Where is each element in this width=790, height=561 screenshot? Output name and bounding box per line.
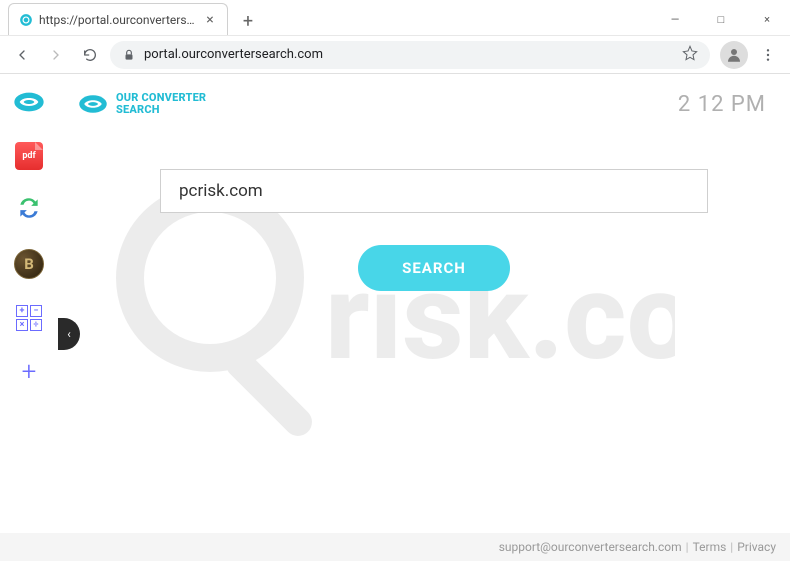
page-header: OUR CONVERTER SEARCH 2 12 PM bbox=[78, 84, 766, 124]
search-input[interactable] bbox=[160, 169, 708, 213]
sidebar: pdf B + − × ÷ + bbox=[0, 74, 58, 561]
clock: 2 12 PM bbox=[678, 92, 766, 117]
calc-cell: × bbox=[16, 319, 28, 331]
brand-text: OUR CONVERTER SEARCH bbox=[116, 92, 206, 116]
kebab-menu-icon[interactable] bbox=[754, 41, 782, 69]
reload-button[interactable] bbox=[76, 41, 104, 69]
chevron-left-icon: ‹ bbox=[67, 327, 71, 341]
lock-icon bbox=[122, 48, 136, 62]
tab-close-icon[interactable]: × bbox=[203, 13, 217, 27]
footer-terms-link[interactable]: Terms bbox=[693, 540, 727, 554]
footer-separator: | bbox=[730, 540, 733, 554]
calc-cell: − bbox=[30, 305, 42, 317]
window-titlebar: https://portal.ourconvertersearch × + — … bbox=[0, 0, 790, 36]
minimize-button[interactable]: — bbox=[652, 3, 698, 35]
sidebar-item-add[interactable]: + bbox=[13, 356, 45, 388]
address-bar[interactable]: portal.ourconvertersearch.com bbox=[110, 41, 710, 69]
maximize-button[interactable]: □ bbox=[698, 3, 744, 35]
footer: support@ourconvertersearch.com | Terms |… bbox=[0, 533, 790, 561]
calc-cell: + bbox=[16, 305, 28, 317]
sidebar-item-pdf[interactable]: pdf bbox=[13, 140, 45, 172]
sidebar-item-crypto[interactable]: B bbox=[13, 248, 45, 280]
footer-separator: | bbox=[686, 540, 689, 554]
window-close-button[interactable]: × bbox=[744, 3, 790, 35]
pdf-icon-label: pdf bbox=[22, 151, 35, 161]
search-area: SEARCH bbox=[160, 169, 708, 291]
url-text: portal.ourconvertersearch.com bbox=[144, 47, 674, 62]
sidebar-logo-icon bbox=[13, 86, 45, 118]
brand-text-line2: SEARCH bbox=[116, 104, 206, 116]
coin-icon: B bbox=[14, 249, 44, 279]
forward-button[interactable] bbox=[42, 41, 70, 69]
new-tab-button[interactable]: + bbox=[234, 7, 262, 35]
tab-favicon bbox=[19, 13, 33, 27]
window-controls: — □ × bbox=[652, 3, 790, 35]
profile-button[interactable] bbox=[720, 41, 748, 69]
calc-cell: ÷ bbox=[30, 319, 42, 331]
bookmark-star-icon[interactable] bbox=[682, 45, 698, 65]
coin-icon-label: B bbox=[24, 255, 34, 273]
browser-toolbar: portal.ourconvertersearch.com bbox=[0, 36, 790, 74]
sidebar-item-convert[interactable] bbox=[13, 194, 45, 226]
browser-tab[interactable]: https://portal.ourconvertersearch × bbox=[8, 3, 228, 35]
page-content: risk.com pdf B + − × ÷ + bbox=[0, 74, 790, 561]
tab-title: https://portal.ourconvertersearch bbox=[39, 13, 197, 27]
brand-logo-icon bbox=[78, 89, 108, 119]
sidebar-collapse-button[interactable]: ‹ bbox=[58, 318, 80, 350]
brand: OUR CONVERTER SEARCH bbox=[78, 89, 206, 119]
back-button[interactable] bbox=[8, 41, 36, 69]
pdf-icon: pdf bbox=[15, 142, 43, 170]
sidebar-item-calculator[interactable]: + − × ÷ bbox=[13, 302, 45, 334]
footer-privacy-link[interactable]: Privacy bbox=[737, 540, 776, 554]
footer-email-link[interactable]: support@ourconvertersearch.com bbox=[499, 540, 682, 554]
convert-arrows-icon bbox=[16, 195, 42, 225]
plus-icon: + bbox=[22, 357, 37, 387]
calculator-icon: + − × ÷ bbox=[16, 305, 42, 331]
search-button[interactable]: SEARCH bbox=[358, 245, 510, 291]
